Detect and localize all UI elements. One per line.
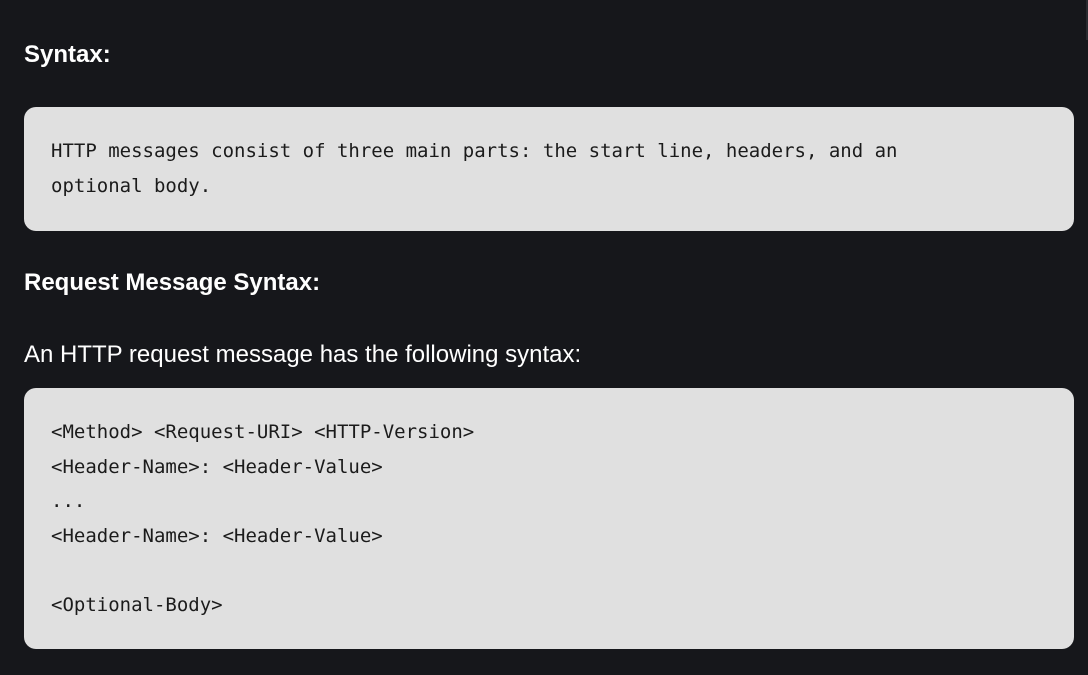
syntax-code-text: HTTP messages consist of three main part…	[51, 140, 898, 197]
syntax-code-block: HTTP messages consist of three main part…	[24, 107, 1074, 231]
syntax-heading: Syntax:	[24, 41, 111, 68]
code-line-ellipsis: ...	[51, 490, 86, 512]
request-syntax-intro: An HTTP request message has the followin…	[24, 341, 582, 368]
code-line-header-1: <Header-Name>: <Header-Value>	[51, 455, 383, 478]
request-syntax-code-block: <Method> <Request-URI> <HTTP-Version> <H…	[24, 388, 1074, 649]
code-line-start-line: <Method> <Request-URI> <HTTP-Version>	[51, 421, 475, 443]
request-syntax-heading: Request Message Syntax:	[24, 269, 321, 296]
code-line-header-2: <Header-Name>: <Header-Value>	[51, 524, 383, 547]
code-line-body: <Optional-Body>	[51, 593, 223, 616]
